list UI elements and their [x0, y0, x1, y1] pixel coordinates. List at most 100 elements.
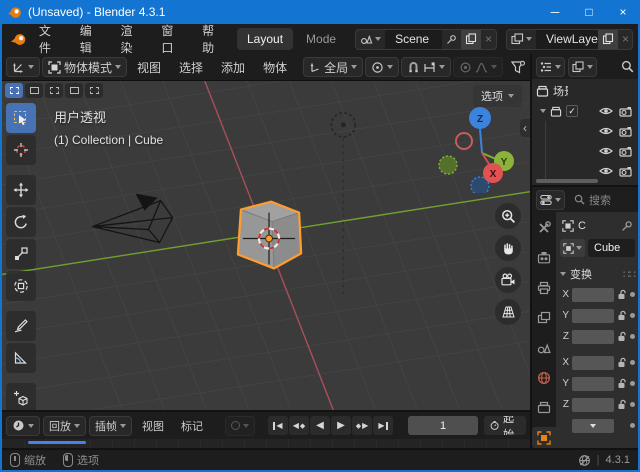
play-button[interactable]: ▶ — [331, 416, 351, 435]
tab-collection[interactable] — [532, 397, 556, 418]
disable-render-camera-icon[interactable] — [619, 146, 633, 157]
tool-add-cube[interactable] — [6, 383, 36, 410]
editor-type-button[interactable] — [6, 57, 40, 77]
select-extend-button[interactable] — [25, 83, 43, 98]
snap-magnet-icon[interactable] — [407, 61, 420, 74]
menu-help[interactable]: 帮助 — [194, 19, 234, 59]
camera-view-button[interactable] — [495, 267, 521, 293]
zoom-view-button[interactable] — [495, 203, 521, 229]
next-keyframe-button[interactable]: ◆▶ — [352, 416, 372, 435]
hide-eye-icon[interactable] — [599, 146, 613, 156]
jump-to-end-button[interactable]: ▶ — [373, 416, 393, 435]
menu-object[interactable]: 物体 — [255, 56, 295, 79]
scene-new-button[interactable] — [461, 30, 481, 49]
tab-object[interactable] — [532, 427, 556, 448]
outliner-editor-type-button[interactable] — [536, 57, 565, 77]
animate-dot[interactable] — [630, 381, 635, 386]
menu-window[interactable]: 窗口 — [153, 19, 193, 59]
unlock-icon[interactable] — [617, 310, 627, 321]
jump-to-start-button[interactable]: ◀ — [268, 416, 288, 435]
rotation-y-field[interactable] — [572, 377, 614, 391]
panel-drag-dots-icon[interactable]: ∷∷ — [623, 268, 635, 281]
gizmo-axis-x[interactable]: X — [483, 163, 503, 183]
select-intersect-button[interactable] — [85, 83, 103, 98]
expand-chevron-icon[interactable] — [540, 109, 546, 113]
tab-output[interactable] — [532, 277, 556, 298]
playback-menu[interactable]: 回放 — [43, 416, 86, 436]
location-z-field[interactable] — [572, 330, 614, 344]
rotation-x-field[interactable] — [572, 356, 614, 370]
hide-eye-icon[interactable] — [599, 166, 613, 176]
gizmo-axis-neg-y[interactable] — [439, 156, 457, 174]
collection-checkbox[interactable]: ✓ — [566, 105, 578, 117]
animate-dot[interactable] — [630, 402, 635, 407]
menu-select[interactable]: 选择 — [171, 56, 211, 79]
tool-transform[interactable] — [6, 271, 36, 301]
menu-view[interactable]: 视图 — [129, 56, 169, 79]
animate-dot[interactable] — [630, 423, 635, 428]
disable-render-camera-icon[interactable] — [619, 106, 633, 117]
menu-file[interactable]: 文件 — [31, 19, 71, 59]
outliner-object-row[interactable] — [536, 141, 636, 161]
object-id-browse[interactable] — [560, 239, 585, 257]
tab-tool[interactable] — [532, 217, 556, 238]
timeline-playhead[interactable] — [28, 441, 86, 444]
outliner-scrollbar[interactable] — [536, 179, 598, 183]
select-subtract-button[interactable] — [45, 83, 63, 98]
tool-cursor[interactable] — [6, 135, 36, 165]
scene-pin-button[interactable] — [442, 30, 461, 49]
unlock-icon[interactable] — [617, 378, 627, 389]
workspace-tab-layout[interactable]: Layout — [237, 28, 293, 50]
play-reverse-button[interactable]: ◀ — [310, 416, 330, 435]
view-layer-browse-button[interactable] — [507, 30, 536, 49]
perspective-toggle-button[interactable] — [495, 299, 521, 325]
disable-render-camera-icon[interactable] — [619, 166, 633, 177]
unlock-icon[interactable] — [617, 331, 627, 342]
search-icon[interactable] — [621, 60, 634, 73]
start-frame-field[interactable]: 起始 — [484, 416, 526, 435]
collection-row[interactable]: ✓ — [536, 101, 636, 121]
proportional-edit-icon[interactable] — [459, 61, 472, 74]
timeline-editor-type-button[interactable] — [6, 416, 40, 436]
tool-measure[interactable] — [6, 343, 36, 373]
keying-menu[interactable]: 插帧 — [89, 416, 132, 436]
unlock-icon[interactable] — [617, 399, 627, 410]
select-set-button[interactable] — [5, 83, 23, 98]
location-y-field[interactable] — [572, 309, 614, 323]
animate-dot[interactable] — [630, 360, 635, 365]
menu-add[interactable]: 添加 — [213, 56, 253, 79]
hide-eye-icon[interactable] — [599, 106, 613, 116]
select-invert-button[interactable] — [65, 83, 83, 98]
scene-collection-row[interactable]: 场景集合 — [536, 81, 636, 101]
maximize-button[interactable]: □ — [572, 0, 606, 24]
minimize-button[interactable]: ─ — [538, 0, 572, 24]
viewport-3d[interactable]: 用户透视 (1) Collection | Cube 选项 — [2, 80, 530, 410]
object-name-field[interactable]: Cube — [588, 239, 635, 257]
gizmo-axis-z[interactable]: Z — [469, 107, 491, 129]
location-x-field[interactable] — [572, 288, 614, 302]
scene-browse-button[interactable] — [356, 30, 385, 49]
current-frame-field[interactable]: 1 — [408, 416, 478, 435]
outliner-object-row[interactable] — [536, 121, 636, 141]
tool-move[interactable] — [6, 175, 36, 205]
sidebar-collapse-arrow[interactable]: ‹ — [520, 119, 530, 137]
rotation-z-field[interactable] — [572, 398, 614, 412]
workspace-tab-modeling[interactable]: Mode — [296, 28, 346, 50]
blender-menu-logo-icon[interactable] — [10, 32, 27, 47]
outliner-display-mode-button[interactable] — [568, 57, 597, 77]
tab-render[interactable] — [532, 247, 556, 268]
gizmo-axis-neg-x[interactable] — [456, 133, 472, 149]
tool-scale[interactable] — [6, 239, 36, 269]
animate-dot[interactable] — [630, 292, 635, 297]
menu-edit[interactable]: 编辑 — [72, 19, 112, 59]
pin-icon[interactable] — [621, 220, 633, 232]
auto-keying-toggle[interactable] — [225, 416, 255, 436]
unlock-icon[interactable] — [617, 357, 627, 368]
timeline-track[interactable] — [2, 439, 530, 448]
filter-visibility-icon[interactable] — [510, 60, 526, 75]
mode-selector[interactable]: 物体模式 — [42, 57, 127, 77]
tab-view-layer[interactable] — [532, 307, 556, 328]
menu-render[interactable]: 渲染 — [113, 19, 153, 59]
falloff-curve-icon[interactable] — [475, 61, 488, 74]
timeline-marker-menu[interactable]: 标记 — [174, 415, 210, 437]
